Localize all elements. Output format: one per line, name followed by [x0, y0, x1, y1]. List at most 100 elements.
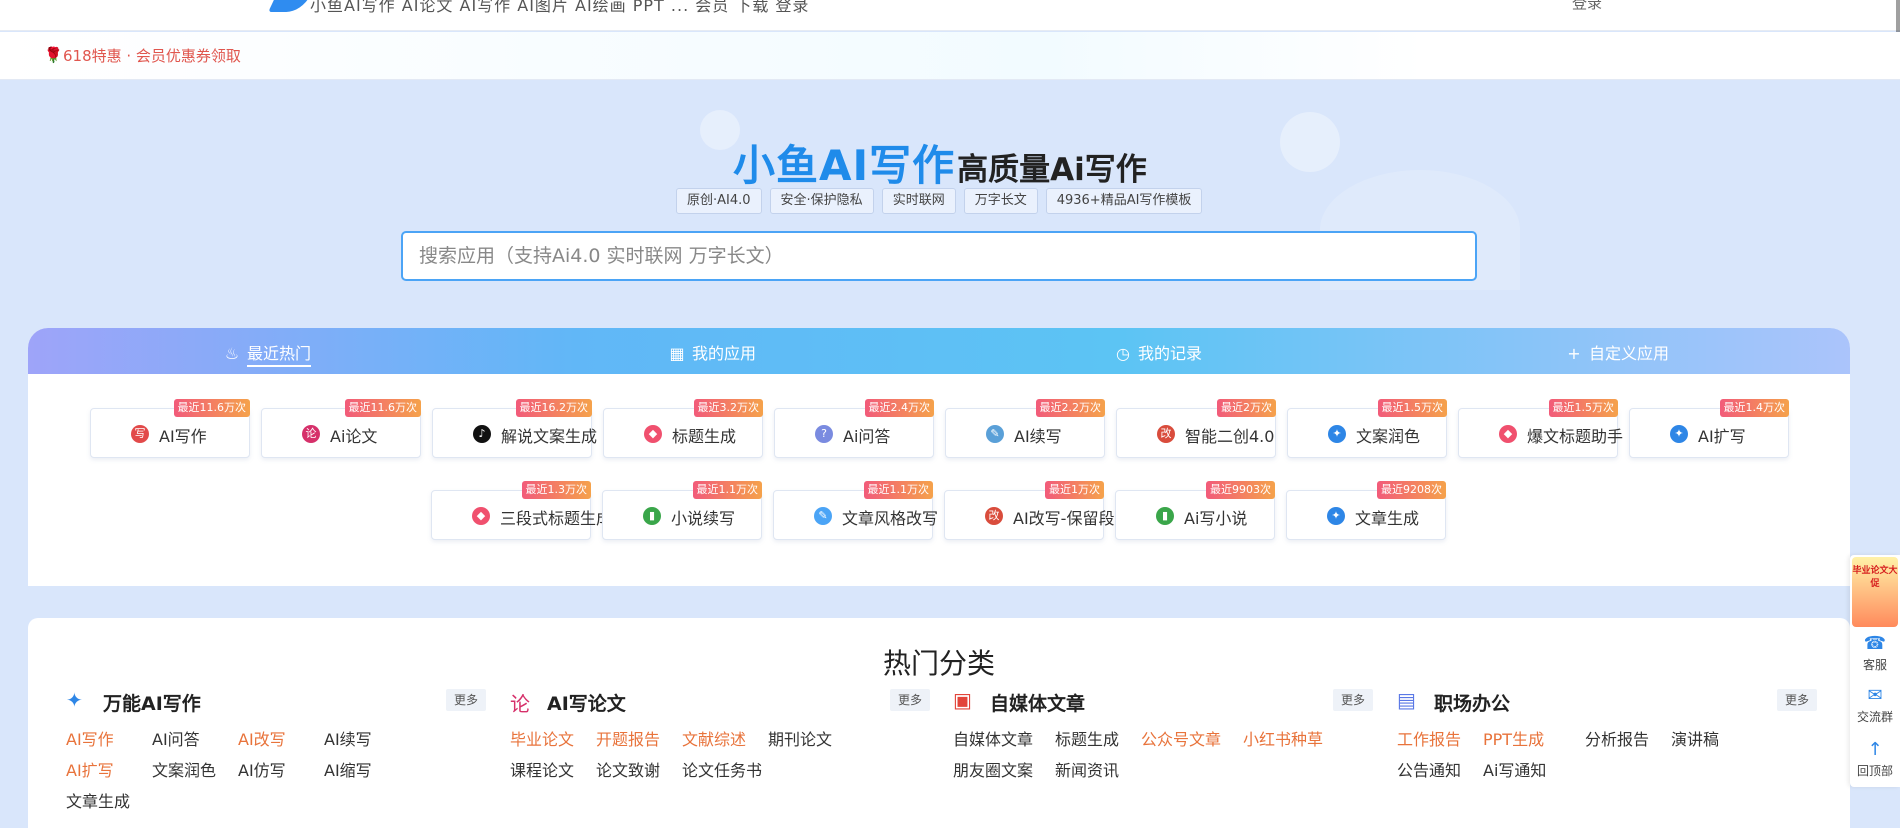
category-link[interactable]: 开题报告: [596, 726, 660, 750]
thesis-promo-image[interactable]: 毕业论文大促: [1852, 557, 1898, 627]
category-link[interactable]: 公告通知: [1397, 757, 1461, 781]
app-card[interactable]: ♪ 解说文案生成 最近16.2万次: [432, 399, 597, 458]
category-block: ✦ 万能AI写作 更多 AI写作 AI问答 AI改写 AI续写 AI扩写 文案润色 AI仿写 AI缩…: [66, 686, 486, 811]
more-button[interactable]: 更多: [889, 689, 930, 711]
back-to-top-button[interactable]: ↑ 回顶部: [1850, 739, 1900, 779]
category-link[interactable]: 论文致谢: [596, 757, 660, 781]
app-card[interactable]: 论 Ai论文 最近11.6万次: [261, 399, 421, 458]
book-icon: ▮: [1156, 507, 1174, 525]
category-links: 毕业论文 开题报告 文献综述 期刊论文课程论文 论文致谢 论文任务书: [510, 726, 930, 790]
write-icon: ✎: [986, 425, 1004, 443]
media-icon: ▣: [953, 688, 972, 712]
category-link[interactable]: 朋友圈文案: [953, 757, 1033, 781]
logo-icon[interactable]: [268, 0, 310, 12]
search-input[interactable]: 搜索应用（支持Ai4.0 实时联网 万字长文）: [401, 231, 1477, 281]
sidebar-label: 客服: [1862, 658, 1887, 672]
app-card[interactable]: 改 AI改写-保留段落 最近1万次: [944, 481, 1130, 540]
group-chat-button[interactable]: ✉ 交流群: [1850, 685, 1900, 725]
usage-badge: 最近3.2万次: [693, 399, 763, 417]
app-card[interactable]: ✦ 文案润色 最近1.5万次: [1287, 399, 1447, 458]
category-link[interactable]: 工作报告: [1397, 726, 1461, 750]
nav-links[interactable]: 小鱼AI写作 AI论文 AI写作 AI图片 AI绘画 PPT ... 会员 下载…: [310, 0, 809, 16]
app-card[interactable]: ✎ AI续写 最近2.2万次: [945, 399, 1105, 458]
app-card-label: 标题生成: [672, 427, 737, 446]
usage-badge: 最近11.6万次: [344, 399, 421, 417]
more-button[interactable]: 更多: [1776, 689, 1817, 711]
category-link[interactable]: 新闻资讯: [1055, 757, 1119, 781]
app-card[interactable]: ▮ 小说续写 最近1.1万次: [602, 481, 762, 540]
tag-icon: ◆: [644, 425, 662, 443]
app-card[interactable]: 改智能二创4.0 最近2万次: [1116, 399, 1276, 458]
category-header: ✦ 万能AI写作 更多: [66, 686, 486, 716]
app-card-label: 小说续写: [671, 509, 736, 528]
category-link[interactable]: 演讲稿: [1671, 726, 1719, 750]
app-card[interactable]: ? Ai问答 最近2.4万次: [774, 399, 934, 458]
category-title: 职场办公: [1434, 693, 1511, 715]
app-card[interactable]: ▮ Ai写小说 最近9903次: [1115, 481, 1275, 540]
ai-sparkle-icon: ✦: [1328, 425, 1346, 443]
category-link[interactable]: 论文任务书: [682, 757, 762, 781]
category-link[interactable]: 毕业论文: [510, 726, 574, 750]
category-link[interactable]: 标题生成: [1055, 726, 1119, 750]
app-card[interactable]: ◆ 爆文标题助手 最近1.5万次: [1458, 399, 1623, 458]
app-card-label: AI续写: [1014, 427, 1062, 446]
headset-icon: ☎: [1863, 633, 1887, 654]
app-card[interactable]: ✦ AI扩写 最近1.4万次: [1629, 399, 1789, 458]
category-link[interactable]: AI续写: [324, 726, 372, 750]
feature-tag: 原创·AI4.0: [676, 188, 762, 214]
usage-badge: 最近2万次: [1217, 399, 1276, 417]
briefcase-icon: ▤: [1397, 688, 1416, 712]
category-link[interactable]: 课程论文: [510, 757, 574, 781]
usage-badge: 最近1.3万次: [521, 481, 591, 499]
category-header: ▤ 职场办公 更多: [1397, 686, 1817, 716]
ai-sparkle-icon: ✦: [1670, 425, 1688, 443]
category-link[interactable]: AI问答: [152, 726, 200, 750]
category-link[interactable]: 文案润色: [152, 757, 216, 781]
category-link[interactable]: 期刊论文: [768, 726, 832, 750]
app-card[interactable]: ◆ 标题生成 最近3.2万次: [603, 399, 763, 458]
category-link[interactable]: PPT生成: [1483, 726, 1544, 750]
categories-title: 热门分类: [882, 647, 995, 680]
feature-tag: 万字长文: [963, 188, 1038, 214]
more-button[interactable]: 更多: [1332, 689, 1373, 711]
pen-icon: 写: [131, 425, 149, 443]
more-button[interactable]: 更多: [445, 689, 486, 711]
usage-badge: 最近11.6万次: [173, 399, 250, 417]
category-link[interactable]: AI缩写: [324, 757, 372, 781]
rose-icon: 🌹: [44, 46, 63, 64]
promo-banner[interactable]: 🌹 618特惠 · 会员优惠券领取: [0, 32, 1900, 80]
category-link[interactable]: AI扩写: [66, 757, 114, 781]
category-link[interactable]: 文章生成: [66, 788, 130, 812]
wechat-icon: ✉: [1867, 685, 1883, 706]
category-link[interactable]: 公众号文章: [1141, 726, 1221, 750]
promo-image-text: 毕业论文大促: [1852, 566, 1898, 589]
decor-bubble: [1280, 112, 1340, 172]
category-link[interactable]: Ai写通知: [1483, 757, 1546, 781]
promo-text[interactable]: 618特惠 · 会员优惠券领取: [63, 45, 241, 66]
category-link[interactable]: 分析报告: [1585, 726, 1649, 750]
book-icon: ▮: [643, 507, 661, 525]
app-card[interactable]: ✎ 文章风格改写 最近1.1万次: [773, 481, 938, 540]
category-link[interactable]: 文献综述: [682, 726, 746, 750]
usage-badge: 最近1.1万次: [692, 481, 762, 499]
ai-sparkle-icon: ✦: [66, 688, 83, 712]
app-card[interactable]: ◆ 三段式标题生成 最近1.3万次: [431, 481, 612, 540]
app-card[interactable]: 写 AI写作 最近11.6万次: [90, 399, 250, 458]
category-link[interactable]: 小红书种草: [1243, 726, 1323, 750]
rewrite-icon: 改: [985, 507, 1003, 525]
app-card-label: Ai问答: [843, 427, 891, 446]
app-card[interactable]: ✦ 文章生成 最近9208次: [1286, 481, 1446, 540]
category-link[interactable]: AI仿写: [238, 757, 286, 781]
category-block: ▣ 自媒体文章 更多 自媒体文章 标题生成 公众号文章 小红书种草 朋友圈文案 新闻资讯: [953, 686, 1373, 790]
category-links: 工作报告 PPT生成 分析报告 演讲稿公告通知 Ai写通知: [1397, 726, 1817, 790]
app-card-label: 文章风格改写: [842, 509, 939, 528]
usage-badge: 最近2.4万次: [864, 399, 934, 417]
app-card-label: AI写作: [159, 427, 207, 446]
edit-icon: ✎: [814, 507, 832, 525]
category-link[interactable]: AI写作: [66, 726, 114, 750]
paper-icon: 论: [510, 692, 530, 716]
category-link[interactable]: 自媒体文章: [953, 726, 1033, 750]
customer-service-button[interactable]: ☎ 客服: [1850, 633, 1900, 673]
category-link[interactable]: AI改写: [238, 726, 286, 750]
login-link[interactable]: 登录: [1572, 0, 1602, 13]
